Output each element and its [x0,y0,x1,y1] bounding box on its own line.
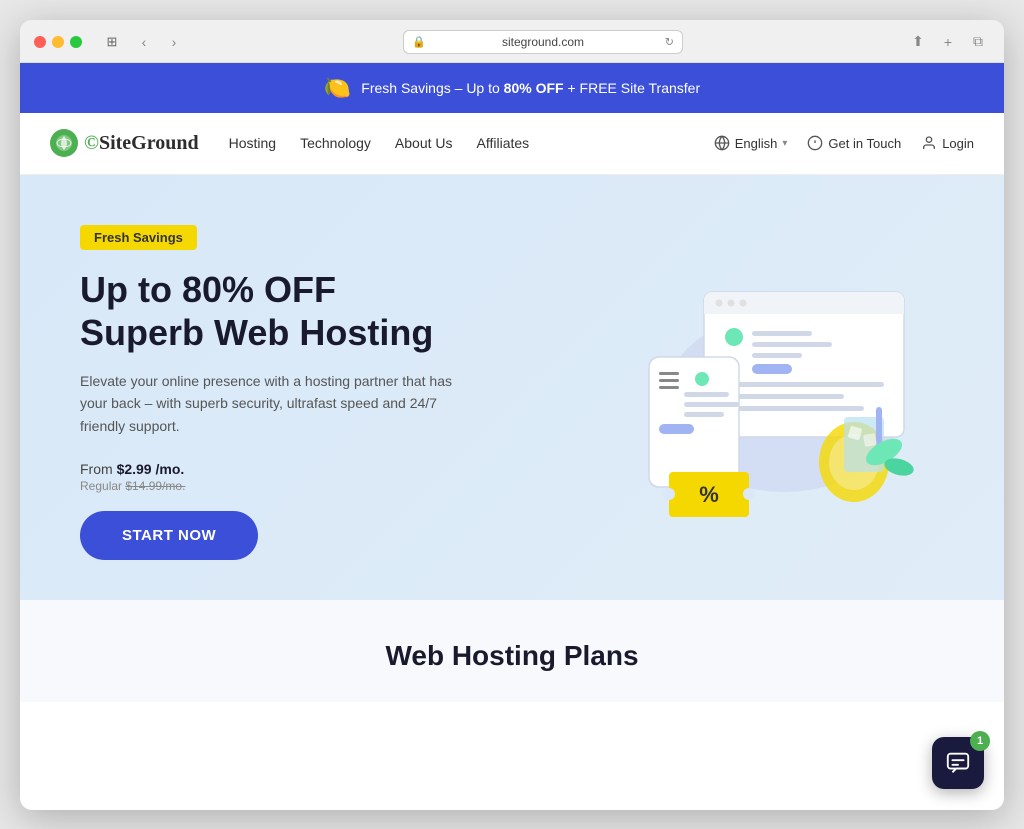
promo-text-post: + FREE Site Transfer [564,80,701,96]
browser-actions: ⬆ + ⧉ [906,30,990,54]
promo-text-bold: 80% OFF [504,80,564,96]
login-button[interactable]: Login [921,135,974,151]
nav-hosting[interactable]: Hosting [229,135,276,151]
language-label: English [735,136,778,151]
close-button[interactable] [34,36,46,48]
promo-text-pre: Fresh Savings – Up to [361,80,503,96]
maximize-button[interactable] [70,36,82,48]
reload-icon: ↻ [665,35,674,48]
chat-widget[interactable]: 1 [932,737,984,789]
hero-section: Fresh Savings Up to 80% OFF Superb Web H… [20,175,1004,601]
main-nav: ©SiteGround Hosting Technology About Us … [20,113,1004,175]
hero-title-line1: Up to 80% OFF [80,269,336,310]
address-bar[interactable]: 🔒 siteground.com ↻ [403,30,683,54]
promo-banner: 🍋 Fresh Savings – Up to 80% OFF + FREE S… [20,63,1004,113]
hero-price: From $2.99 /mo. Regular $14.99/mo. [80,461,520,495]
nav-affiliates[interactable]: Affiliates [477,135,530,151]
price-regular-value: $14.99/mo. [125,479,185,493]
promo-banner-text: Fresh Savings – Up to 80% OFF + FREE Sit… [361,80,700,96]
plans-section: Web Hosting Plans [20,600,1004,702]
url-text: siteground.com [502,35,584,49]
hero-illustration: % [544,242,944,542]
chat-badge: 1 [970,731,990,751]
siteground-logo-svg [55,134,73,152]
login-label: Login [942,136,974,151]
get-in-touch-button[interactable]: Get in Touch [807,135,901,151]
browser-chrome: ⊞ ‹ › 🔒 siteground.com ↻ ⬆ + ⧉ [20,20,1004,63]
price-regular-label: Regular [80,479,125,493]
windows-button[interactable]: ⧉ [966,30,990,54]
login-icon [921,135,937,151]
nav-technology[interactable]: Technology [300,135,371,151]
traffic-lights [34,36,82,48]
plans-section-title: Web Hosting Plans [80,640,944,672]
back-button[interactable]: ‹ [132,30,156,54]
new-tab-button[interactable]: + [936,30,960,54]
language-chevron-icon: ▾ [782,138,787,149]
nav-links: Hosting Technology About Us Affiliates [229,135,714,151]
logo-text: ©SiteGround [84,132,199,155]
contact-icon [807,135,823,151]
hero-content: Fresh Savings Up to 80% OFF Superb Web H… [80,225,520,561]
price-from: From $2.99 /mo. [80,461,520,477]
language-icon [714,135,730,151]
nav-right: English ▾ Get in Touch Login [714,135,974,151]
lock-icon: 🔒 [412,35,426,48]
chat-icon [945,750,971,776]
lemon-icon: 🍋 [324,75,351,101]
logo-icon [50,129,78,157]
sidebar-toggle-button[interactable]: ⊞ [98,30,126,54]
fresh-savings-badge: Fresh Savings [80,225,197,250]
language-selector[interactable]: English ▾ [714,135,788,151]
logo[interactable]: ©SiteGround [50,129,199,157]
address-bar-wrap: 🔒 siteground.com ↻ [196,30,890,54]
contact-label: Get in Touch [828,136,901,151]
svg-text:%: % [699,482,719,507]
hero-title-line2: Superb Web Hosting [80,312,433,353]
price-regular: Regular $14.99/mo. [80,477,520,495]
price-from-label: From [80,461,117,477]
minimize-button[interactable] [52,36,64,48]
hero-svg-illustration: % [554,242,934,542]
browser-nav: ⊞ ‹ › [98,30,186,54]
share-button[interactable]: ⬆ [906,30,930,54]
start-now-button[interactable]: START NOW [80,511,258,560]
price-from-value: $2.99 /mo. [117,461,185,477]
forward-button[interactable]: › [162,30,186,54]
browser-window: ⊞ ‹ › 🔒 siteground.com ↻ ⬆ + ⧉ 🍋 Fresh S… [20,20,1004,810]
nav-about-us[interactable]: About Us [395,135,453,151]
hero-title: Up to 80% OFF Superb Web Hosting [80,268,520,354]
hero-description: Elevate your online presence with a host… [80,370,460,437]
